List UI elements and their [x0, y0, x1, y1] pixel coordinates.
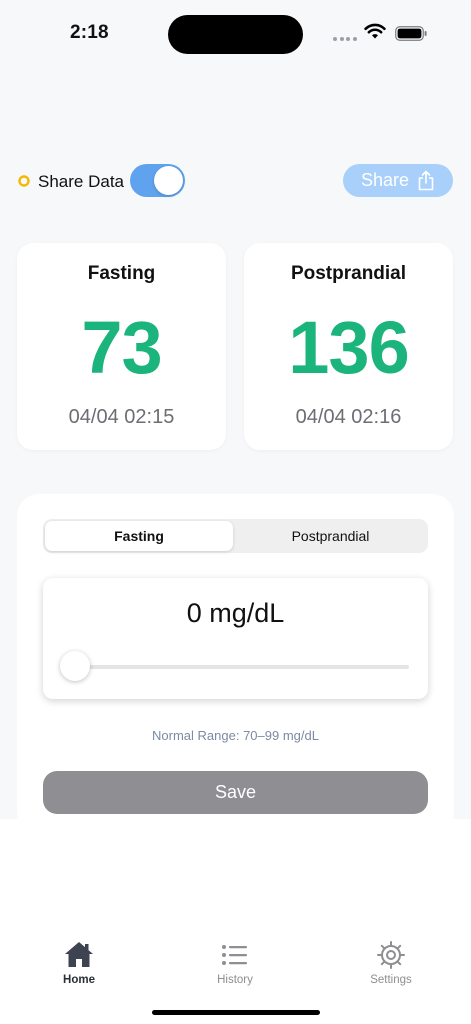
share-button-label: Share [360, 170, 410, 190]
glucose-slider-thumb[interactable] [60, 651, 90, 681]
save-button[interactable]: Save [43, 771, 428, 814]
wifi-icon [364, 23, 386, 39]
status-time: 2:18 [70, 22, 109, 43]
share-icon [418, 170, 434, 191]
list-icon [222, 945, 247, 965]
reading-value: 136 [288, 306, 409, 389]
house-icon [65, 942, 93, 967]
card-title: Fasting [87, 263, 156, 284]
dynamic-island [168, 15, 303, 54]
tab-label: Settings [370, 974, 412, 986]
tab-label: Home [63, 974, 95, 986]
battery-icon [395, 26, 427, 41]
tab-home[interactable]: Home [34, 940, 124, 986]
tab-bar [0, 819, 471, 1024]
gear-icon [377, 941, 405, 969]
share-data-label: Share Data [38, 172, 124, 191]
cellular-signal-icon [333, 37, 357, 41]
postprandial-reading-card: Postprandial 136 04/04 02:16 [244, 243, 453, 450]
normal-range-text: Normal Range: 70–99 mg/dL [152, 728, 319, 743]
measurement-type-segmented-control: Fasting Postprandial [43, 519, 428, 553]
tab-history[interactable]: History [190, 940, 280, 986]
share-status-icon [18, 175, 30, 187]
glucose-input-box: 0 mg/dL [43, 578, 428, 699]
fasting-reading-card: Fasting 73 04/04 02:15 [17, 243, 226, 450]
glucose-slider-track[interactable] [75, 665, 409, 669]
reading-value: 73 [81, 306, 162, 389]
tab-label: History [217, 974, 253, 986]
home-indicator [152, 1010, 320, 1015]
glucose-value-display: 0 mg/dL [186, 598, 285, 628]
reading-timestamp: 04/04 02:16 [295, 406, 402, 428]
tab-settings[interactable]: Settings [346, 940, 436, 986]
share-data-toggle[interactable] [130, 164, 185, 197]
reading-timestamp: 04/04 02:15 [68, 406, 175, 428]
card-title: Postprandial [290, 263, 407, 284]
share-button[interactable]: Share [343, 164, 453, 197]
toggle-knob [154, 166, 183, 195]
segment-fasting[interactable]: Fasting [45, 521, 233, 551]
segment-postprandial[interactable]: Postprandial [235, 521, 426, 551]
